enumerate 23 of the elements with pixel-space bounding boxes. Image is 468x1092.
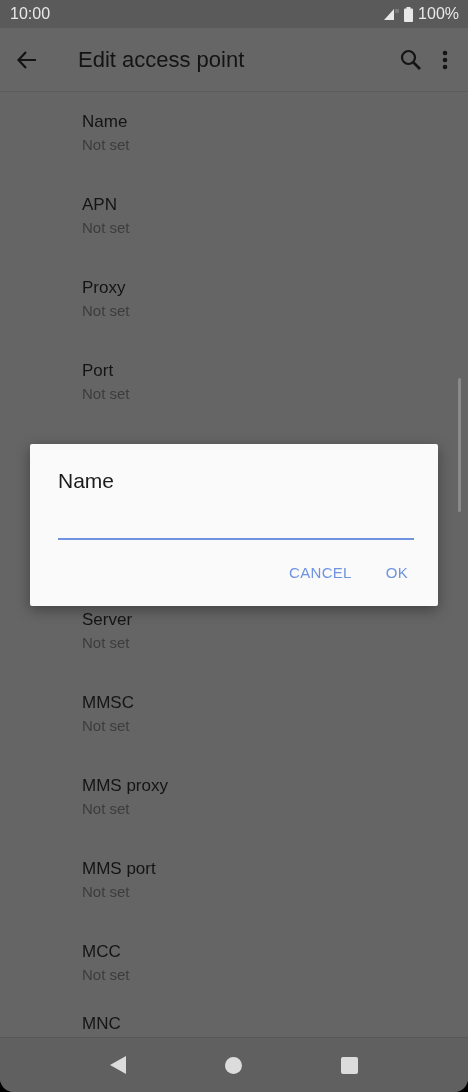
setting-label[interactable]: MMS proxy (82, 775, 168, 797)
setting-label[interactable]: Port (82, 360, 114, 382)
signal-icon (383, 7, 400, 21)
setting-label[interactable]: MNC (82, 1013, 121, 1035)
setting-label[interactable]: Proxy (82, 277, 126, 299)
battery-percent: 100% (418, 5, 459, 23)
triangle-back-icon (109, 1056, 126, 1074)
setting-label[interactable]: APN (82, 194, 117, 216)
setting-label[interactable]: MMS port (82, 858, 156, 880)
cancel-button[interactable]: CANCEL (279, 556, 362, 589)
setting-label[interactable]: Server (82, 609, 133, 631)
setting-label[interactable]: MCC (82, 941, 121, 963)
screen-title: Edit access point (78, 46, 246, 73)
circle-home-icon (225, 1056, 242, 1074)
search-icon (400, 48, 422, 71)
status-time: 10:00 (10, 5, 51, 23)
dialog-title: Name (58, 468, 116, 494)
setting-label[interactable]: Name (82, 111, 128, 133)
more-options-icon (442, 49, 448, 70)
square-recents-icon (341, 1056, 359, 1074)
setting-label[interactable]: MMSC (82, 692, 134, 714)
ok-button[interactable]: OK (375, 556, 418, 589)
battery-icon (404, 6, 414, 22)
